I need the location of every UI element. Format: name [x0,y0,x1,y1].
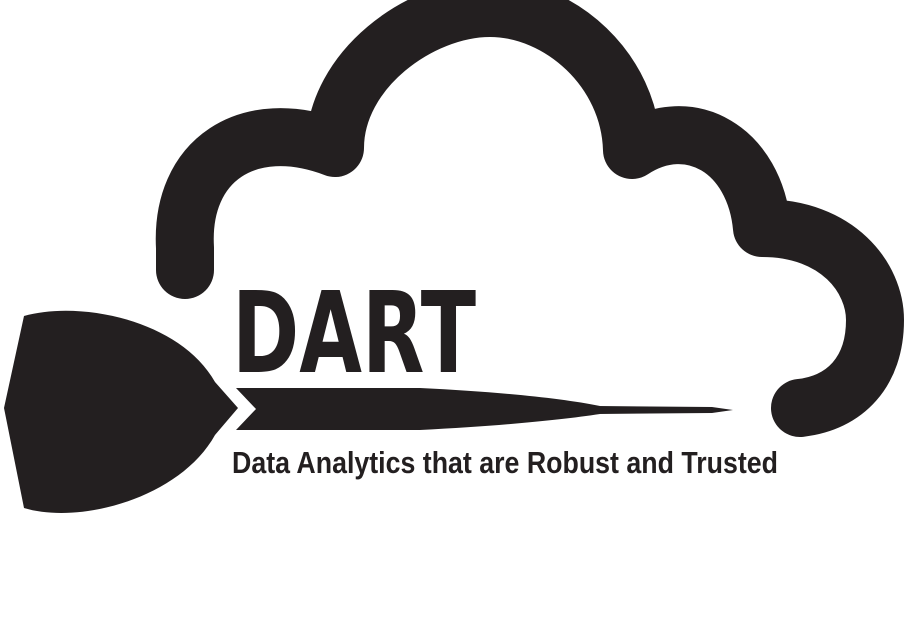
dart-flight-shape [4,310,238,513]
dart-logo: DART Data Analytics that are Robust and … [4,0,904,513]
brand-tagline: Data Analytics that are Robust and Trust… [232,445,778,480]
brand-title: DART [232,269,476,399]
dart-needle [598,406,733,414]
